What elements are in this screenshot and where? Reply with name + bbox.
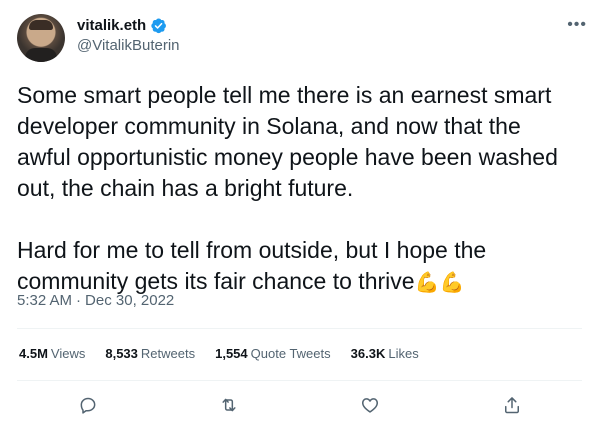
action-bar xyxy=(0,392,599,418)
stat-value: 1,554 xyxy=(215,346,248,361)
tweet-date[interactable]: Dec 30, 2022 xyxy=(85,292,174,309)
avatar-shirt xyxy=(25,48,57,62)
reply-button[interactable] xyxy=(75,392,101,418)
tweet-body: Some smart people tell me there is an ea… xyxy=(17,82,558,294)
stat-label: Views xyxy=(50,346,86,361)
divider-top xyxy=(17,328,582,329)
retweet-button[interactable] xyxy=(216,392,242,418)
share-icon xyxy=(505,397,519,414)
more-options-icon[interactable]: ••• xyxy=(567,16,587,34)
avatar-hair xyxy=(29,20,53,30)
verified-badge-icon xyxy=(151,18,167,34)
stat-likes[interactable]: 36.3K Likes xyxy=(351,346,419,361)
stat-label: Likes xyxy=(388,346,419,361)
stat-value: 36.3K xyxy=(350,346,386,361)
stat-value: 8,533 xyxy=(105,346,138,361)
stat-quote-tweets[interactable]: 1,554 Quote Tweets xyxy=(215,346,331,361)
display-name-row[interactable]: vitalik.eth xyxy=(77,17,180,34)
tweet-time[interactable]: 5:32 AM xyxy=(17,292,72,309)
flexed-biceps-emoji: 💪💪 xyxy=(414,272,465,294)
like-button[interactable] xyxy=(357,392,383,418)
share-button[interactable] xyxy=(499,392,525,418)
stat-views[interactable]: 4.5M Views xyxy=(19,346,85,361)
handle[interactable]: @VitalikButerin xyxy=(77,37,180,54)
timestamp-separator: · xyxy=(76,292,82,309)
tweet-header: vitalik.eth @VitalikButerin ••• xyxy=(17,14,587,64)
stat-label: Quote Tweets xyxy=(250,346,331,361)
heart-icon xyxy=(362,398,378,413)
divider-bottom xyxy=(17,380,582,381)
timestamp[interactable]: 5:32 AM · Dec 30, 2022 xyxy=(17,292,174,309)
stat-label: Retweets xyxy=(140,346,196,361)
reply-icon xyxy=(80,397,96,414)
avatar[interactable] xyxy=(17,14,65,62)
tweet-text: Some smart people tell me there is an ea… xyxy=(17,80,577,299)
retweet-icon xyxy=(222,398,236,412)
engagement-stats: 4.5M Views 8,533 Retweets 1,554 Quote Tweet… xyxy=(19,346,419,361)
stat-retweets[interactable]: 8,533 Retweets xyxy=(105,346,195,361)
stat-value: 4.5M xyxy=(19,346,48,361)
author-names: vitalik.eth @VitalikButerin xyxy=(77,17,180,54)
display-name[interactable]: vitalik.eth xyxy=(77,17,146,34)
